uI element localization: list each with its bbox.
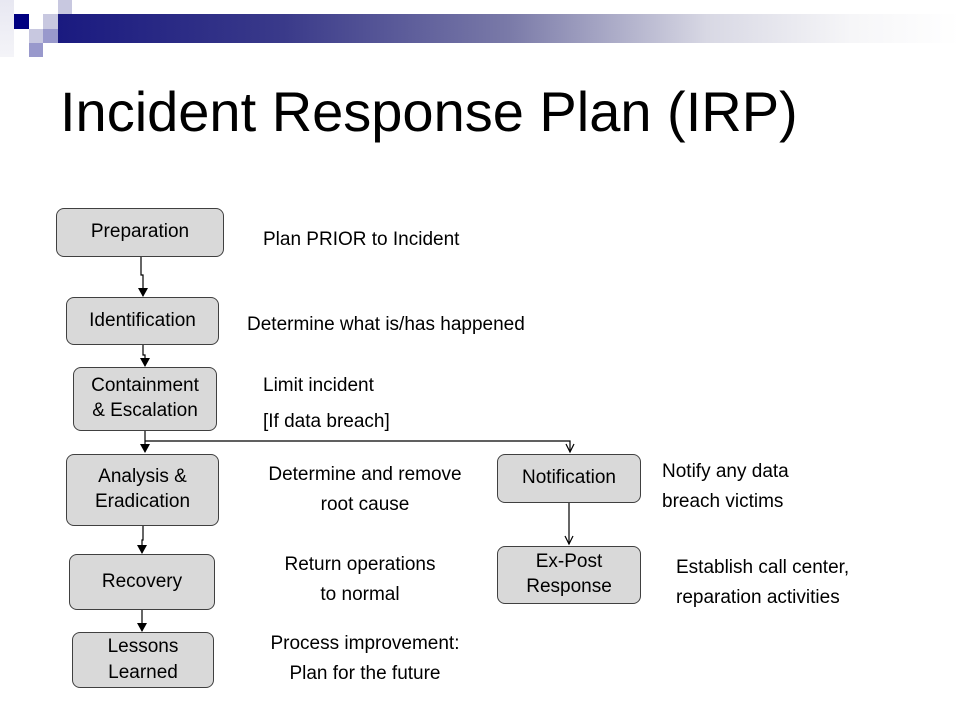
arrow-head xyxy=(140,358,150,367)
step-ex-post-response: Ex-Post Response xyxy=(497,546,641,604)
arrow-head xyxy=(137,623,147,632)
desc-lessons: Process improvement: Plan for the future xyxy=(240,629,490,689)
step-containment-escalation: Containment & Escalation xyxy=(73,367,217,431)
step-label: Preparation xyxy=(90,221,190,243)
step-label: Eradication xyxy=(94,491,191,512)
step-label: Notification xyxy=(522,467,616,489)
step-recovery: Recovery xyxy=(69,554,215,610)
step-label: Response xyxy=(526,576,612,597)
desc-line: root cause xyxy=(320,494,410,515)
step-identification: Identification xyxy=(66,297,219,345)
desc-recovery: Return operations to normal xyxy=(240,550,480,610)
step-label: Containment xyxy=(91,375,199,397)
step-preparation: Preparation xyxy=(56,208,224,257)
desc-line: reparation activities xyxy=(676,587,840,608)
step-notification: Notification xyxy=(497,454,641,503)
desc-line: Limit incident xyxy=(263,375,374,396)
desc-line: Plan PRIOR to Incident xyxy=(263,229,460,250)
step-label: Analysis & xyxy=(98,466,187,488)
step-label: Recovery xyxy=(101,570,183,592)
step-lessons-learned: Lessons Learned xyxy=(72,632,214,688)
desc-line: breach victims xyxy=(662,491,784,512)
desc-containment: Limit incident xyxy=(263,371,374,401)
step-label: Lessons xyxy=(107,636,179,658)
desc-notification: Notify any data breach victims xyxy=(662,457,789,517)
arrow-head xyxy=(140,444,150,453)
step-label: Learned xyxy=(108,662,178,683)
step-label: Identification xyxy=(89,309,196,331)
step-label: & Escalation xyxy=(92,400,198,421)
desc-preparation: Plan PRIOR to Incident xyxy=(263,225,459,255)
desc-line: Process improvement: xyxy=(270,633,460,654)
desc-line: to normal xyxy=(320,584,400,605)
desc-line: Establish call center, xyxy=(676,557,850,578)
desc-line: Return operations xyxy=(284,554,436,575)
arrow-head xyxy=(138,288,148,297)
branch-condition-label: [If data breach] xyxy=(263,407,390,437)
desc-line: Determine what is/has happened xyxy=(247,314,525,335)
desc-line: Determine and remove xyxy=(268,464,462,485)
desc-line: Plan for the future xyxy=(289,663,441,684)
step-analysis-eradication: Analysis & Eradication xyxy=(66,454,219,526)
branch-line xyxy=(145,440,571,452)
step-label: Ex-Post xyxy=(535,551,603,573)
desc-analysis: Determine and remove root cause xyxy=(240,460,490,520)
desc-line: [If data breach] xyxy=(263,411,390,432)
desc-line: Notify any data xyxy=(662,461,789,482)
desc-identification: Determine what is/has happened xyxy=(247,310,525,340)
desc-ex-post: Establish call center, reparation activi… xyxy=(676,553,849,613)
arrow-head xyxy=(137,545,147,554)
